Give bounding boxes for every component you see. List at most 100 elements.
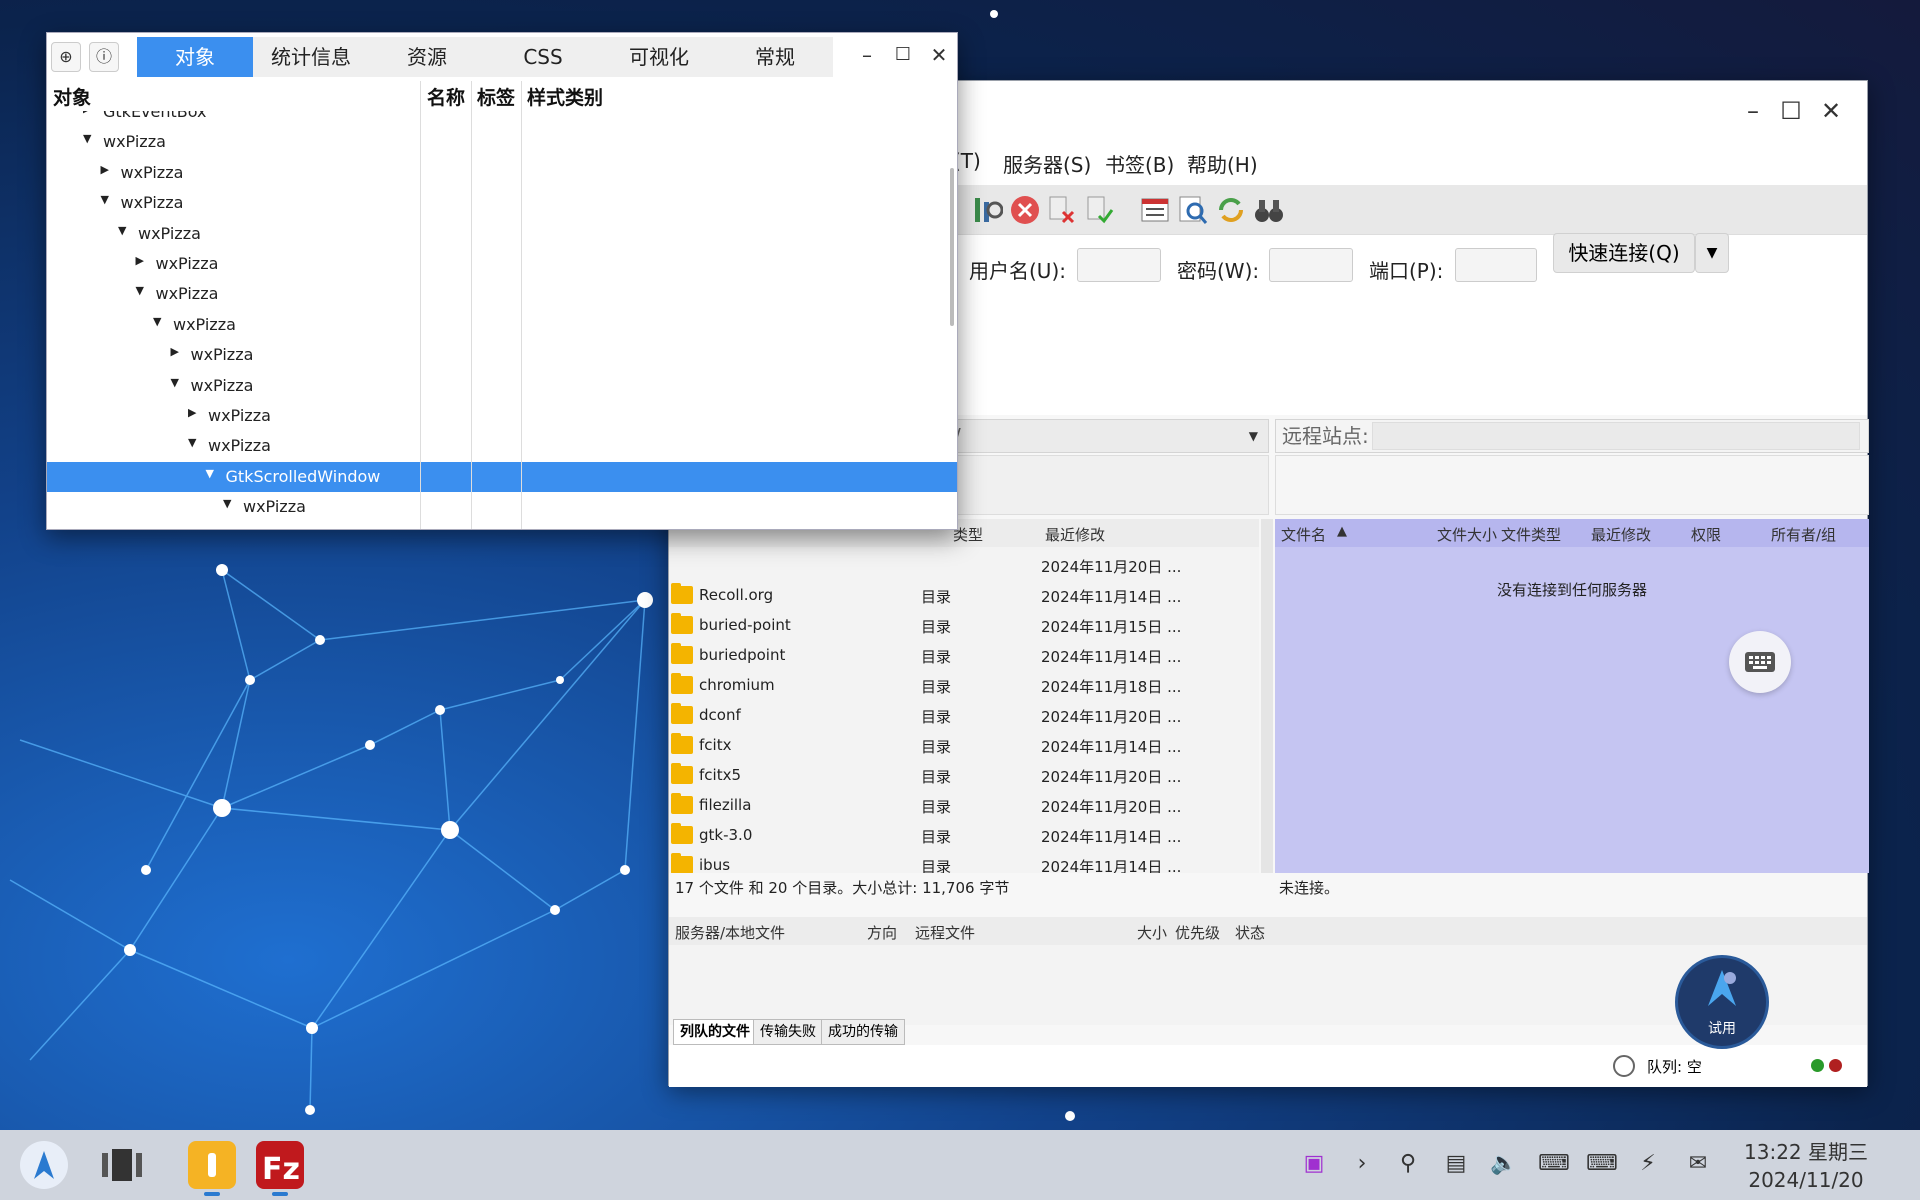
search-icon[interactable]: ⚲	[1394, 1150, 1422, 1178]
expand-arrow-icon[interactable]: ▼	[153, 315, 161, 328]
menu-bookmarks[interactable]: 书签(B)	[1105, 149, 1174, 178]
col-filetype[interactable]: 文件类型	[1501, 524, 1561, 545]
disconnect-icon[interactable]	[1045, 194, 1077, 226]
col-remote-file[interactable]: 远程文件	[915, 922, 975, 943]
list-item[interactable]: chromium 目录 2024年11月18日 ...	[669, 671, 1259, 701]
list-item[interactable]: gtk-3.0 目录 2024年11月14日 ...	[669, 821, 1259, 851]
col-server-local[interactable]: 服务器/本地文件	[675, 922, 785, 943]
port-input[interactable]	[1455, 248, 1537, 282]
menu-help[interactable]: 帮助(H)	[1187, 149, 1258, 178]
col-object[interactable]: 对象	[53, 83, 91, 110]
col-direction[interactable]: 方向	[867, 922, 897, 943]
tab-successful-transfers[interactable]: 成功的传输	[821, 1019, 905, 1045]
expand-arrow-icon[interactable]: ▼	[136, 284, 144, 297]
tree-row[interactable]: ▼ wxPizza	[47, 188, 957, 218]
info-icon[interactable]: ⓘ	[89, 42, 119, 72]
list-item[interactable]: dconf 目录 2024年11月20日 ...	[669, 701, 1259, 731]
sync-browse-icon[interactable]	[1215, 194, 1247, 226]
remote-file-list[interactable]: 文件名 ▲ 文件大小 文件类型 最近修改 权限 所有者/组 没有连接到任何服务器	[1275, 519, 1869, 873]
col-owner[interactable]: 所有者/组	[1771, 524, 1836, 545]
tree-row[interactable]: ▼ wxPizza	[47, 127, 957, 157]
col-label[interactable]: 标签	[477, 83, 515, 110]
collapse-arrow-icon[interactable]: ▶	[188, 406, 196, 419]
expand-arrow-icon[interactable]: ▼	[101, 193, 109, 206]
tree-row[interactable]: ▶ wxPizza	[47, 158, 957, 188]
tree-row[interactable]: ▼ wxPizza	[47, 492, 957, 522]
power-icon[interactable]: ⚡	[1634, 1150, 1662, 1178]
tree-row[interactable]: ▼ wxPizza	[47, 279, 957, 309]
tree-row[interactable]: ▶ wxPizza	[47, 249, 957, 279]
volume-icon[interactable]: 🔈	[1490, 1150, 1518, 1178]
directory-listing-icon[interactable]	[1139, 194, 1171, 226]
tree-row[interactable]: ▶ GtkEventBox	[47, 111, 957, 127]
minimize-button[interactable]: –	[1737, 95, 1769, 127]
maximize-button[interactable]: ☐	[1775, 95, 1807, 127]
col-style-class[interactable]: 样式类别	[527, 83, 603, 110]
col-size[interactable]: 大小	[1137, 922, 1167, 943]
input-method-icon[interactable]: ⌨	[1586, 1150, 1618, 1178]
close-button[interactable]: ✕	[1815, 95, 1847, 127]
expand-arrow-icon[interactable]: ▼	[171, 376, 179, 389]
list-item[interactable]: fcitx5 目录 2024年11月20日 ...	[669, 761, 1259, 791]
collapse-arrow-icon[interactable]: ▶	[171, 345, 179, 358]
list-item[interactable]: fcitx 目录 2024年11月14日 ...	[669, 731, 1259, 761]
expand-arrow-icon[interactable]: ▼	[83, 132, 91, 145]
speed-limit-icon[interactable]	[1613, 1055, 1635, 1077]
inspector-tab-4[interactable]: 可视化	[601, 37, 717, 77]
binoculars-icon[interactable]	[1253, 194, 1285, 226]
inspector-tab-3[interactable]: CSS	[485, 37, 601, 77]
filezilla-taskbar-icon[interactable]: Fz	[256, 1141, 304, 1189]
inspector-tab-2[interactable]: 资源	[369, 37, 485, 77]
tree-row[interactable]: ▶ wxPizza	[47, 340, 957, 370]
remote-path-combo[interactable]	[1372, 422, 1860, 450]
password-input[interactable]	[1269, 248, 1353, 282]
list-item[interactable]: Recoll.org 目录 2024年11月14日 ...	[669, 581, 1259, 611]
collapse-arrow-icon[interactable]: ▶	[101, 163, 109, 176]
tree-scrollbar[interactable]	[950, 168, 954, 326]
inspector-tab-0[interactable]: 对象	[137, 37, 253, 77]
inspector-maximize-button[interactable]: ☐	[887, 39, 919, 71]
quickconnect-button[interactable]: 快速连接(Q)	[1553, 233, 1695, 273]
filter-icon[interactable]	[971, 194, 1004, 226]
tree-row[interactable]: ▼ wxPizza	[47, 431, 957, 461]
clock[interactable]: 13:22 星期三 2024/11/20	[1744, 1138, 1868, 1194]
list-item[interactable]: buriedpoint 目录 2024年11月14日 ...	[669, 641, 1259, 671]
list-item[interactable]: 2024年11月20日 ...	[669, 551, 1259, 581]
col-status[interactable]: 状态	[1235, 922, 1265, 943]
chevron-right-icon[interactable]: ›	[1348, 1150, 1376, 1178]
inspector-close-button[interactable]: ✕	[923, 39, 955, 71]
tree-row[interactable]: ▼ GtkScrolledWindow	[47, 461, 957, 492]
username-input[interactable]	[1077, 248, 1161, 282]
col-filename[interactable]: 文件名	[1281, 524, 1326, 545]
list-item[interactable]: buried-point 目录 2024年11月15日 ...	[669, 611, 1259, 641]
cancel-icon[interactable]	[1009, 194, 1041, 226]
keyboard-icon[interactable]	[1729, 631, 1791, 693]
tree-row[interactable]: ▼ wxPizza	[47, 310, 957, 340]
expand-arrow-icon[interactable]: ▼	[118, 224, 126, 237]
list-item[interactable]: filezilla 目录 2024年11月20日 ...	[669, 791, 1259, 821]
remote-dir-tree[interactable]	[1275, 455, 1869, 515]
tab-failed-transfers[interactable]: 传输失败	[753, 1019, 823, 1045]
col-filesize[interactable]: 文件大小	[1437, 524, 1497, 545]
network-icon[interactable]: ▤	[1442, 1150, 1470, 1178]
notification-icon[interactable]: ✉	[1684, 1150, 1712, 1178]
inspector-tab-1[interactable]: 统计信息	[253, 37, 369, 77]
inspector-minimize-button[interactable]: –	[851, 39, 883, 71]
trial-badge[interactable]: 试用	[1675, 955, 1769, 1049]
col-name[interactable]: 名称	[427, 83, 465, 110]
col-priority[interactable]: 优先级	[1175, 922, 1220, 943]
collapse-arrow-icon[interactable]: ▶	[83, 111, 91, 115]
expand-arrow-icon[interactable]: ▼	[223, 497, 231, 510]
quickconnect-dropdown[interactable]: ▼	[1695, 233, 1729, 273]
object-picker-icon[interactable]: ⊕	[51, 42, 81, 72]
col-permissions[interactable]: 权限	[1691, 524, 1721, 545]
list-item[interactable]: ibus 目录 2024年11月14日 ...	[669, 851, 1259, 873]
search-files-icon[interactable]	[1177, 194, 1209, 226]
collapse-arrow-icon[interactable]: ▶	[136, 254, 144, 267]
col-remote-modified[interactable]: 最近修改	[1591, 524, 1651, 545]
tree-row[interactable]: ▼ wxPizza	[47, 371, 957, 401]
tree-row[interactable]: ▼ wxPizza	[47, 219, 957, 249]
multitask-view-icon[interactable]	[98, 1141, 146, 1189]
local-file-list[interactable]: 2024年11月20日 ... Recoll.org 目录 2024年11月14日 .…	[669, 547, 1259, 873]
screenshot-tray-icon[interactable]: ▣	[1300, 1150, 1328, 1178]
